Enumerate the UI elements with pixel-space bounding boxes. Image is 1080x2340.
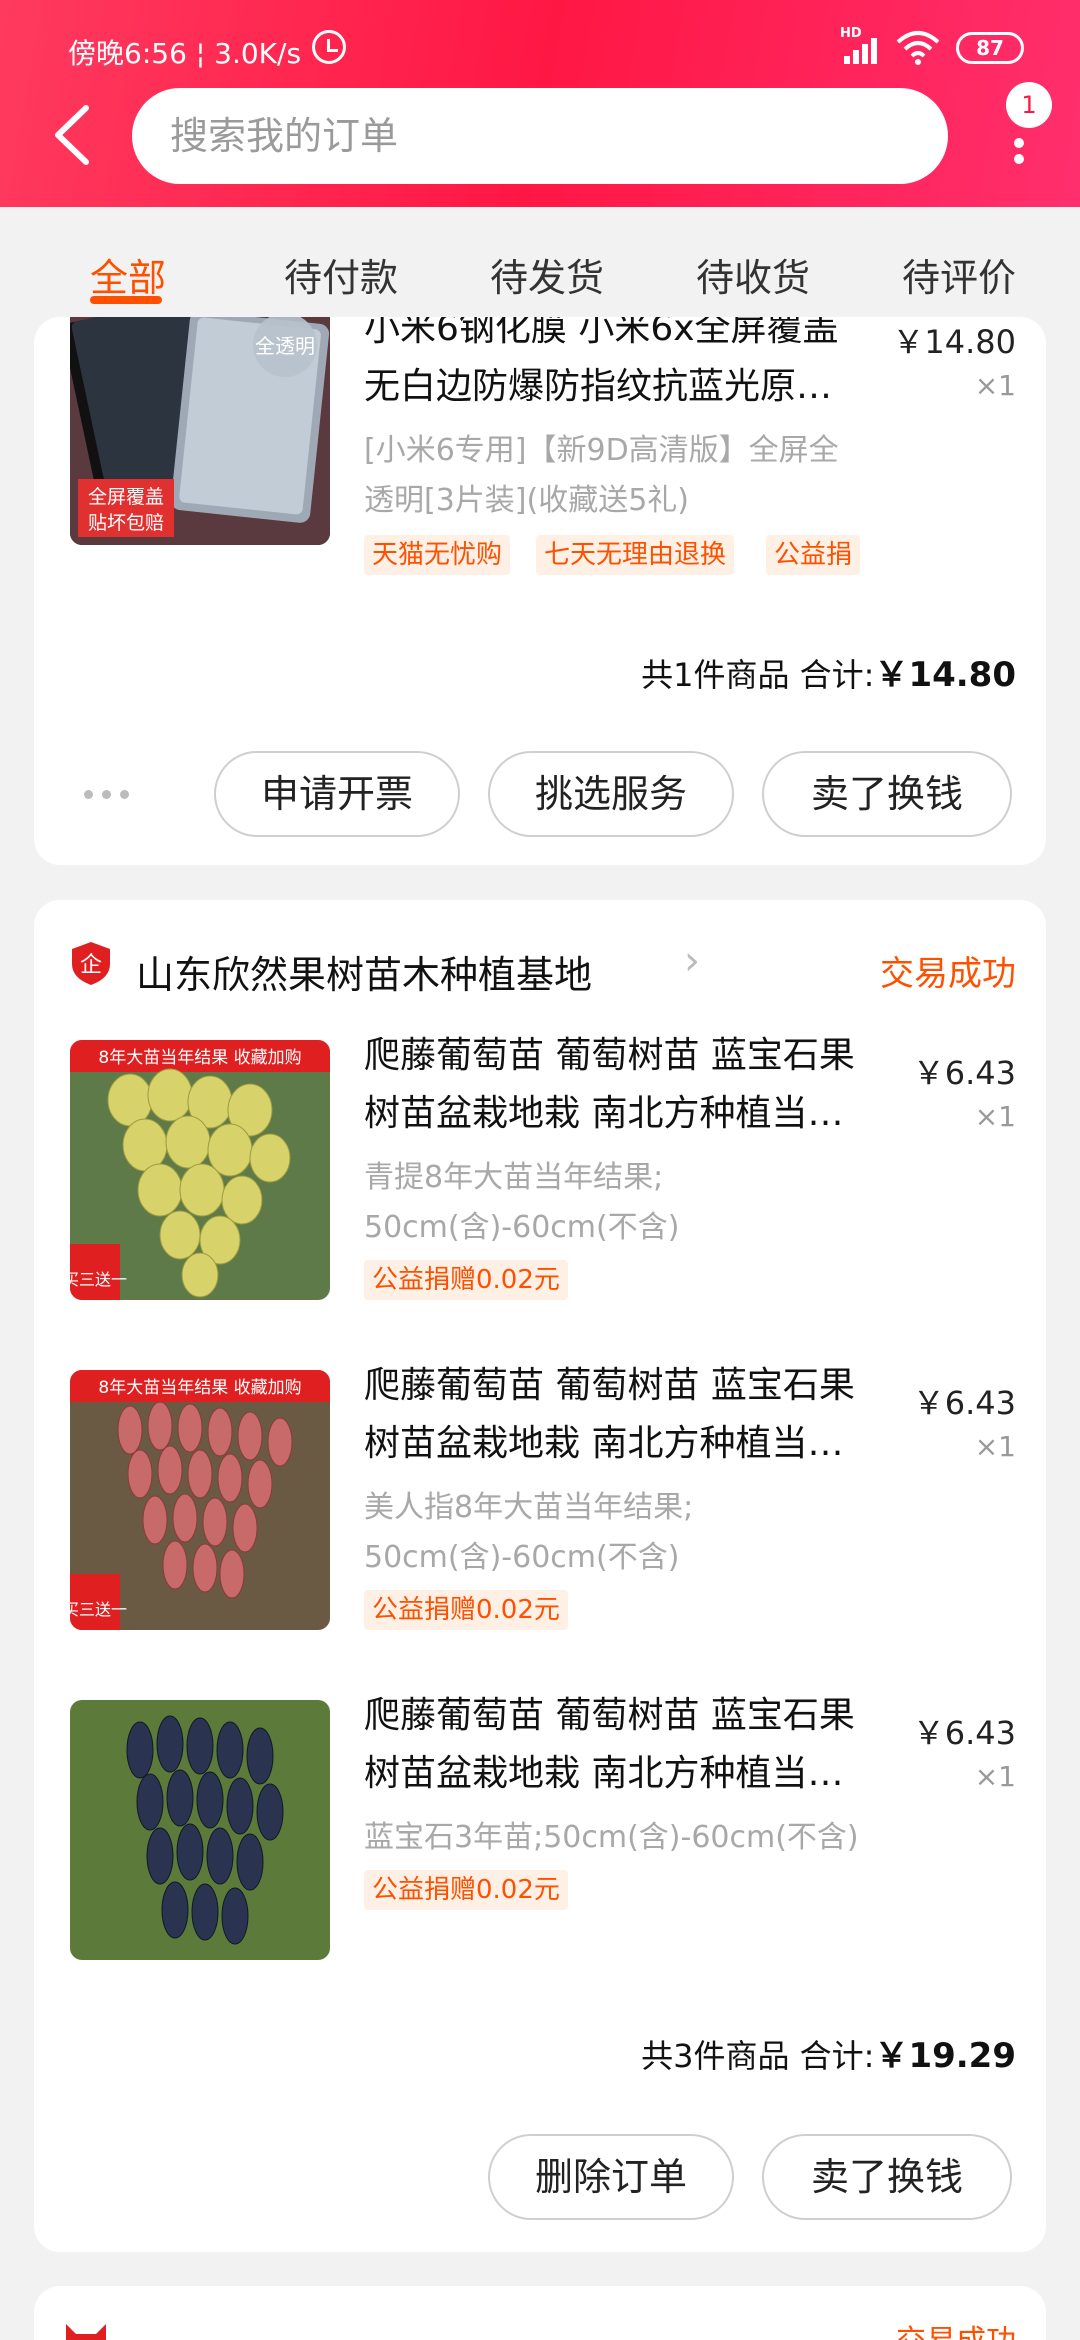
product-title[interactable]: 爬藤葡萄苗 葡萄树苗 蓝宝石果 [364,1692,855,1740]
header-bar: 傍晚6:56 ¦ 3.0K/s HD 87 1 [0,0,1080,207]
product-image[interactable]: 8年大苗当年结果 收藏加购 买三送一 [70,1040,330,1300]
item-sku: 蓝宝石3年苗;50cm(含)-60cm(不含) [364,1820,859,1855]
alarm-icon [312,30,346,64]
resell-button[interactable]: 卖了换钱 [762,751,1012,837]
product-image[interactable]: 8年大苗当年结果 收藏加购 买三送一 [70,1370,330,1630]
charity-tag: 公益捐赠0.02元 [364,1870,568,1910]
svg-text:买三送一: 买三送一 [70,1270,127,1289]
active-tab-indicator [90,296,162,304]
order-summary: 共3件商品 合计:￥19.29 [641,2036,1016,2076]
signal-icon [844,38,882,64]
product-image-red-grapes: 8年大苗当年结果 收藏加购 买三送一 [70,1370,330,1630]
product-image[interactable] [70,1700,330,1960]
svg-text:贴坏包赔: 贴坏包赔 [88,512,164,534]
back-icon[interactable] [46,100,100,170]
wifi-icon [896,31,940,65]
item-sku: 美人指8年大苗当年结果; [364,1490,694,1525]
order-card: 全透明 全屏覆盖 贴坏包赔 小米6钢化膜 小米6x全屏覆盖 无白边防爆防指纹抗蓝… [34,317,1046,865]
product-title[interactable]: 树苗盆栽地栽 南北方种植当… [364,1090,843,1138]
item-sku: 50cm(含)-60cm(不含) [364,1210,680,1245]
delete-order-button[interactable]: 删除订单 [488,2134,734,2220]
product-title[interactable]: 爬藤葡萄苗 葡萄树苗 蓝宝石果 [364,1032,855,1080]
svg-text:全透明: 全透明 [255,334,315,358]
more-options-icon[interactable] [84,787,144,803]
item-price: ￥6.43 [912,1054,1016,1092]
product-image-green-grapes: 8年大苗当年结果 收藏加购 买三送一 [70,1040,330,1300]
product-image[interactable]: 全透明 全屏覆盖 贴坏包赔 [70,317,330,545]
tab-pending-payment[interactable]: 待付款 [284,247,398,302]
more-dot-icon [1014,154,1024,164]
status-bar: 傍晚6:56 ¦ 3.0K/s HD 87 [0,0,1080,80]
product-title[interactable]: 无白边防爆防指纹抗蓝光原… [364,363,832,411]
product-title[interactable]: 爬藤葡萄苗 葡萄树苗 蓝宝石果 [364,1362,855,1410]
svg-text:8年大苗当年结果 收藏加购: 8年大苗当年结果 收藏加购 [98,1378,301,1398]
product-title[interactable]: 小米6钢化膜 小米6x全屏覆盖 [364,317,839,353]
tab-pending-receipt[interactable]: 待收货 [696,247,810,302]
product-title[interactable]: 树苗盆栽地栽 南北方种植当… [364,1750,843,1798]
item-sku: 透明[3片装](收藏送5礼) [364,483,689,518]
item-sku: [小米6专用]【新9D高清版】全屏全 [364,433,839,468]
product-image-blue-grapes [70,1700,330,1960]
svg-text:全屏覆盖: 全屏覆盖 [88,486,164,508]
item-price: ￥14.80 [892,323,1016,361]
shop-enterprise-icon: 企 [72,942,110,985]
item-quantity: ×1 [974,1760,1016,1793]
order-status: 交易成功 [896,2316,1016,2340]
service-tag: 七天无理由退换 [536,535,735,575]
order-tabs: 全部 待付款 待发货 待收货 待评价 [0,207,1080,317]
service-tag: 天猫无忧购 [364,535,511,575]
order-card: 企 山东欣然果树苗木种植基地 › 交易成功 8年大苗当年结果 收藏加购 买三送一… [34,900,1046,2252]
resell-button[interactable]: 卖了换钱 [762,2134,1012,2220]
item-quantity: ×1 [974,1100,1016,1133]
svg-text:8年大苗当年结果 收藏加购: 8年大苗当年结果 收藏加购 [98,1048,301,1068]
chevron-right-icon[interactable]: › [684,938,700,984]
more-dot-icon [1014,138,1024,148]
product-title[interactable]: 树苗盆栽地栽 南北方种植当… [364,1420,843,1468]
service-tag: 公益捐 [766,535,861,575]
order-card: 交易成功 [34,2286,1046,2340]
svg-text:买三送一: 买三送一 [70,1600,127,1619]
shop-cat-icon [66,2324,106,2340]
notification-badge[interactable]: 1 [1006,82,1052,128]
status-time: 傍晚6:56 ¦ 3.0K/s [68,37,302,70]
svg-text:企: 企 [80,953,102,978]
item-price: ￥6.43 [912,1384,1016,1422]
item-quantity: ×1 [974,1430,1016,1463]
product-image-screen-protector: 全透明 全屏覆盖 贴坏包赔 [70,317,330,545]
tab-all[interactable]: 全部 [90,247,166,302]
order-status: 交易成功 [880,954,1016,994]
item-sku: 50cm(含)-60cm(不含) [364,1540,680,1575]
order-summary: 共1件商品 合计:￥14.80 [641,655,1016,695]
item-sku: 青提8年大苗当年结果; [364,1160,664,1195]
tab-pending-review[interactable]: 待评价 [902,247,1016,302]
select-service-button[interactable]: 挑选服务 [488,751,734,837]
request-invoice-button[interactable]: 申请开票 [214,751,460,837]
battery-indicator: 87 [956,32,1024,64]
shop-name[interactable]: 山东欣然果树苗木种植基地 [136,944,592,999]
tab-pending-shipment[interactable]: 待发货 [490,247,604,302]
item-quantity: ×1 [974,369,1016,402]
item-price: ￥6.43 [912,1714,1016,1752]
charity-tag: 公益捐赠0.02元 [364,1590,568,1630]
search-box[interactable] [132,88,948,184]
charity-tag: 公益捐赠0.02元 [364,1260,568,1300]
search-input[interactable] [170,114,910,158]
